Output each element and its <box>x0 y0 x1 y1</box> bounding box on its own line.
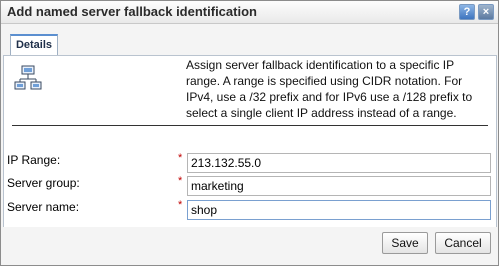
close-icon[interactable]: × <box>478 4 494 20</box>
description-text: Assign server fallback identification to… <box>186 58 473 120</box>
ip-range-required-mark: * <box>178 152 183 164</box>
ip-range-input[interactable] <box>187 153 491 173</box>
server-name-input[interactable] <box>187 200 491 220</box>
help-icon[interactable]: ? <box>459 4 475 20</box>
tab-details[interactable]: Details <box>10 34 58 57</box>
dialog-titlebar: Add named server fallback identification… <box>1 1 498 24</box>
dialog-footer: Save Cancel <box>1 227 498 265</box>
server-group-input[interactable] <box>187 176 491 196</box>
dialog-title: Add named server fallback identification <box>7 4 257 19</box>
separator <box>12 125 488 126</box>
server-name-label: Server name: <box>7 200 80 214</box>
network-computers-icon <box>14 65 42 90</box>
server-group-required-mark: * <box>178 175 183 187</box>
ip-range-label: IP Range: <box>7 153 61 167</box>
save-button[interactable]: Save <box>382 232 428 254</box>
add-fallback-dialog: Add named server fallback identification… <box>0 0 499 266</box>
cancel-button[interactable]: Cancel <box>435 232 491 254</box>
server-name-required-mark: * <box>178 199 183 211</box>
tab-strip: Details <box>1 24 498 57</box>
server-group-label: Server group: <box>7 176 80 190</box>
details-panel: Assign server fallback identification to… <box>3 55 497 228</box>
